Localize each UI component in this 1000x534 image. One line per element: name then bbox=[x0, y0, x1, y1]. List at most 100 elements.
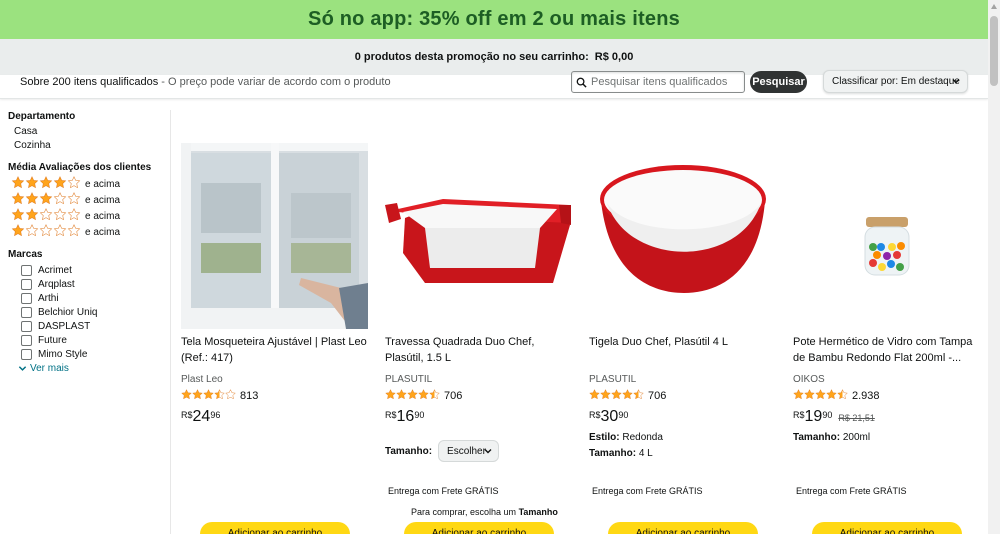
rating-title: Média Avaliações dos clientes bbox=[8, 162, 152, 173]
results-count-text: Sobre 200 itens qualificados bbox=[20, 76, 159, 88]
brand-option-dasplast[interactable]: DASPLAST bbox=[8, 319, 168, 333]
promo-banner: Só no app: 35% off em 2 ou mais itens bbox=[0, 0, 988, 39]
product-price: R$ 19 90 R$ 21,51 bbox=[793, 408, 983, 428]
review-count[interactable]: 813 bbox=[240, 390, 258, 402]
review-count[interactable]: 706 bbox=[444, 390, 462, 402]
sort-dropdown[interactable]: Classificar por: Em destaque bbox=[823, 70, 968, 93]
product-brand: Plast Leo bbox=[181, 374, 223, 385]
price-currency: R$ bbox=[181, 410, 193, 420]
product-title[interactable]: Pote Hermético de Vidro com Tampa de Bam… bbox=[793, 334, 983, 366]
product-price: R$ 24 96 bbox=[181, 408, 371, 428]
checkbox[interactable] bbox=[21, 334, 32, 346]
star-rating-icon bbox=[385, 389, 440, 403]
search-button[interactable]: Pesquisar bbox=[750, 71, 807, 93]
add-to-cart-button[interactable]: Adicionar ao carrinho bbox=[608, 522, 758, 534]
checkbox[interactable] bbox=[21, 264, 32, 276]
checkbox[interactable] bbox=[21, 278, 32, 290]
product-card: Tela Mosqueteira Ajustável | Plast Leo (… bbox=[181, 143, 371, 428]
choose-size-text: Para comprar, escolha um bbox=[411, 507, 517, 517]
brand-option-belchior-uniq[interactable]: Belchior Uniq bbox=[8, 305, 168, 319]
search-box[interactable] bbox=[571, 71, 745, 93]
price-currency: R$ bbox=[589, 410, 601, 420]
product-image[interactable] bbox=[589, 143, 776, 329]
brand-label: Acrimet bbox=[38, 264, 72, 276]
star-rating-icon bbox=[11, 224, 81, 240]
rating-filter-1[interactable]: e acima bbox=[8, 224, 168, 240]
checkbox[interactable] bbox=[21, 306, 32, 318]
brand-option-arqplast[interactable]: Arqplast bbox=[8, 277, 168, 291]
filters-sidebar: Departamento Casa Cozinha Média Avaliaçõ… bbox=[8, 111, 168, 384]
price-currency: R$ bbox=[385, 410, 397, 420]
price-fraction: 90 bbox=[414, 410, 425, 420]
product-rating[interactable]: 706 bbox=[589, 389, 779, 403]
product-image[interactable] bbox=[181, 143, 368, 329]
product-image[interactable] bbox=[385, 143, 572, 329]
brand-label: Arqplast bbox=[38, 278, 75, 290]
rating-filter-label: e acima bbox=[85, 210, 121, 222]
product-rating[interactable]: 2.938 bbox=[793, 389, 983, 403]
product-brand: PLASUTIL bbox=[589, 374, 637, 385]
star-rating-icon bbox=[181, 389, 236, 403]
brands-title: Marcas bbox=[8, 249, 43, 260]
product-rating[interactable]: 813 bbox=[181, 389, 371, 403]
size-value: 200ml bbox=[842, 432, 871, 443]
department-link-casa[interactable]: Casa bbox=[8, 125, 168, 139]
star-rating-icon bbox=[11, 208, 81, 224]
size-dropdown[interactable]: Escolher bbox=[438, 440, 500, 462]
see-more-brands[interactable]: Ver mais bbox=[8, 361, 168, 375]
price-whole: 16 bbox=[396, 408, 415, 425]
promo-banner-text: Só no app: 35% off em 2 ou mais itens bbox=[308, 8, 680, 30]
add-to-cart-button[interactable]: Adicionar ao carrinho bbox=[404, 522, 554, 534]
size-value: 4 L bbox=[638, 448, 653, 459]
department-title: Departamento bbox=[8, 111, 76, 122]
size-label: Tamanho: bbox=[589, 448, 637, 459]
rating-filter-label: e acima bbox=[85, 178, 121, 190]
brand-option-future[interactable]: Future bbox=[8, 333, 168, 347]
rating-filter-3[interactable]: e acima bbox=[8, 192, 168, 208]
product-price: R$ 16 90 bbox=[385, 408, 575, 428]
checkbox[interactable] bbox=[21, 292, 32, 304]
add-to-cart-button[interactable]: Adicionar ao carrinho bbox=[200, 522, 350, 534]
add-to-cart-button[interactable]: Adicionar ao carrinho bbox=[812, 522, 962, 534]
rating-filter-2[interactable]: e acima bbox=[8, 208, 168, 224]
product-card: Tigela Duo Chef, Plasútil 4 L PLASUTIL 7… bbox=[589, 143, 779, 462]
brand-option-mimo-style[interactable]: Mimo Style bbox=[8, 347, 168, 361]
star-rating-icon bbox=[589, 389, 644, 403]
product-title[interactable]: Travessa Quadrada Duo Chef, Plasútil, 1.… bbox=[385, 334, 575, 366]
product-brand: PLASUTIL bbox=[385, 374, 433, 385]
product-image[interactable] bbox=[793, 143, 980, 329]
page: Só no app: 35% off em 2 ou mais itens 0 … bbox=[0, 0, 1000, 534]
review-count[interactable]: 706 bbox=[648, 390, 666, 402]
brand-option-acrimet[interactable]: Acrimet bbox=[8, 263, 168, 277]
page-scrollbar[interactable] bbox=[988, 0, 1000, 534]
list-price: R$ 21,51 bbox=[838, 413, 875, 423]
choose-size-bold: Tamanho bbox=[518, 507, 558, 517]
rating-filter-label: e acima bbox=[85, 194, 121, 206]
product-card: Travessa Quadrada Duo Chef, Plasútil, 1.… bbox=[385, 143, 575, 462]
scroll-up-arrow-icon[interactable] bbox=[991, 4, 997, 9]
product-size: Tamanho: 4 L bbox=[589, 446, 779, 462]
checkbox[interactable] bbox=[21, 348, 32, 360]
brand-option-arthi[interactable]: Arthi bbox=[8, 291, 168, 305]
brand-filter: Marcas Acrimet Arqplast Arthi Belchior U… bbox=[8, 249, 168, 375]
brand-label: Future bbox=[38, 334, 67, 346]
product-rating[interactable]: 706 bbox=[385, 389, 575, 403]
brand-label: Mimo Style bbox=[38, 348, 88, 360]
price-fraction: 96 bbox=[210, 410, 221, 420]
department-link-cozinha[interactable]: Cozinha bbox=[8, 139, 168, 153]
review-count[interactable]: 2.938 bbox=[852, 390, 880, 402]
results-toolbar: Sobre 200 itens qualificados - O preço p… bbox=[0, 70, 988, 99]
search-input[interactable] bbox=[591, 76, 739, 88]
brand-label: Belchior Uniq bbox=[38, 306, 98, 318]
style-label: Estilo: bbox=[589, 432, 620, 443]
rating-filter-4[interactable]: e acima bbox=[8, 176, 168, 192]
product-title[interactable]: Tela Mosqueteira Ajustável | Plast Leo (… bbox=[181, 334, 371, 366]
promo-cart-amount: R$ 0,00 bbox=[594, 51, 634, 63]
product-title[interactable]: Tigela Duo Chef, Plasútil 4 L bbox=[589, 334, 779, 366]
rating-filter: Média Avaliações dos clientes e acima e … bbox=[8, 162, 168, 240]
results-note: - O preço pode variar de acordo com o pr… bbox=[161, 76, 391, 88]
checkbox[interactable] bbox=[21, 320, 32, 332]
chevron-down-icon bbox=[952, 79, 960, 84]
scrollbar-thumb[interactable] bbox=[990, 16, 998, 86]
product-size: Tamanho: 200ml bbox=[793, 430, 983, 446]
